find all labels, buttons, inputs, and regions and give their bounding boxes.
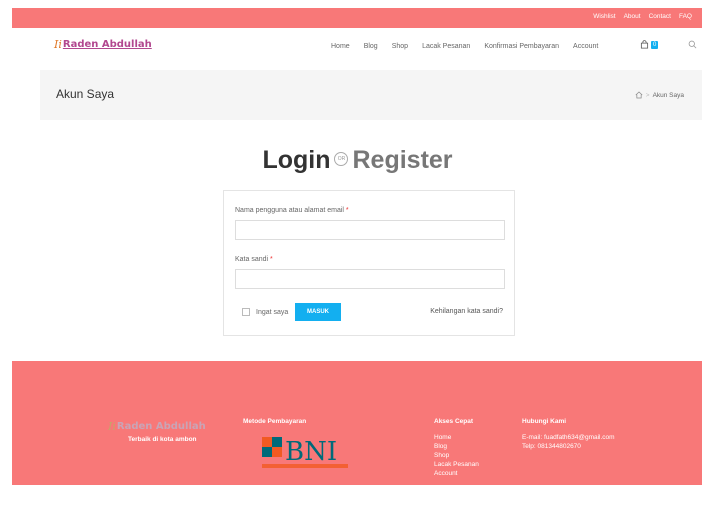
password-input[interactable] [235, 269, 505, 289]
wishlist-link[interactable]: Wishlist [593, 13, 615, 20]
username-input[interactable] [235, 220, 505, 240]
contact-phone: Telp: 081344802670 [522, 443, 581, 450]
contact-link[interactable]: Contact [649, 13, 671, 20]
shopping-bag-icon [640, 40, 649, 49]
page-title: Akun Saya [56, 87, 115, 101]
main-nav: Home Blog Shop Lacak Pesanan Konfirmasi … [331, 43, 598, 50]
nav-item-home[interactable]: Home [331, 43, 350, 50]
logo-mark: Ii [54, 38, 62, 51]
nav-item-shop[interactable]: Shop [392, 43, 408, 50]
remember-me-label: Ingat saya [256, 308, 289, 316]
site-logo[interactable]: Ii Raden Abdullah [54, 38, 152, 51]
payment-methods: Metode Pembayaran [243, 418, 306, 425]
footer-link-home[interactable]: Home [434, 433, 479, 442]
lost-password-link[interactable]: Kehilangan kata sandi? [430, 308, 503, 315]
footer-tagline: Terbaik di kota ambon [128, 436, 197, 443]
contact-title: Hubungi Kami [522, 418, 567, 425]
footer-link-shop[interactable]: Shop [434, 451, 479, 460]
footer-logo-text: Raden Abdullah [116, 421, 206, 432]
footer-logo-mark: Ii [108, 420, 116, 433]
quick-access: Akses Cepat Home Blog Shop Lacak Pesanan… [434, 418, 479, 478]
login-tab[interactable]: Login [262, 146, 330, 174]
username-label-text: Nama pengguna atau alamat email [235, 207, 344, 214]
bni-logo: BNI [262, 437, 348, 468]
logo-text: Raden Abdullah [62, 39, 152, 50]
nav-item-account[interactable]: Account [573, 43, 598, 50]
username-label: Nama pengguna atau alamat email * [235, 207, 349, 214]
cart-count-badge: 0 [651, 40, 659, 49]
cart-button[interactable]: 0 [640, 40, 659, 49]
remember-me[interactable]: Ingat saya [242, 308, 288, 316]
quick-access-title: Akses Cepat [434, 418, 474, 425]
remember-me-checkbox[interactable] [242, 308, 250, 316]
footer-link-blog[interactable]: Blog [434, 442, 479, 451]
breadcrumb: > Akun Saya [635, 91, 684, 99]
nav-item-konfirmasi-pembayaran[interactable]: Konfirmasi Pembayaran [484, 43, 559, 50]
page-header: Akun Saya > Akun Saya [40, 70, 702, 120]
faq-link[interactable]: FAQ [679, 13, 692, 20]
bni-logo-text: BNI [285, 437, 337, 467]
site-footer: Ii Raden Abdullah Terbaik di kota ambon … [12, 361, 702, 485]
required-mark: * [345, 207, 349, 214]
site-header: Ii Raden Abdullah Home Blog Shop Lacak P… [12, 28, 702, 68]
footer-link-account[interactable]: Account [434, 469, 479, 478]
password-label-text: Kata sandi [235, 256, 269, 263]
nav-item-lacak-pesanan[interactable]: Lacak Pesanan [422, 43, 470, 50]
about-link[interactable]: About [624, 13, 641, 20]
login-form: Nama pengguna atau alamat email * Kata s… [223, 190, 515, 336]
contact-email[interactable]: E-mail: fuadfath634@gmail.com [522, 433, 615, 442]
top-bar: Wishlist About Contact FAQ [12, 8, 702, 28]
breadcrumb-separator: > [645, 91, 650, 99]
contact-us: Hubungi Kami E-mail: fuadfath634@gmail.c… [522, 418, 615, 451]
footer-link-lacak-pesanan[interactable]: Lacak Pesanan [434, 460, 479, 469]
search-icon[interactable] [688, 40, 697, 49]
login-submit-button[interactable]: MASUK [295, 303, 341, 321]
register-tab[interactable]: Register [352, 146, 452, 174]
auth-heading: Login OR Register [0, 146, 715, 175]
home-icon[interactable] [635, 91, 643, 99]
required-mark: * [270, 256, 273, 263]
nav-item-blog[interactable]: Blog [364, 43, 378, 50]
footer-logo[interactable]: Ii Raden Abdullah [108, 420, 206, 433]
or-badge: OR [334, 152, 349, 167]
breadcrumb-current: Akun Saya [652, 91, 684, 99]
password-label: Kata sandi * [235, 256, 273, 263]
payment-title: Metode Pembayaran [243, 418, 307, 425]
top-links: Wishlist About Contact FAQ [593, 13, 692, 20]
